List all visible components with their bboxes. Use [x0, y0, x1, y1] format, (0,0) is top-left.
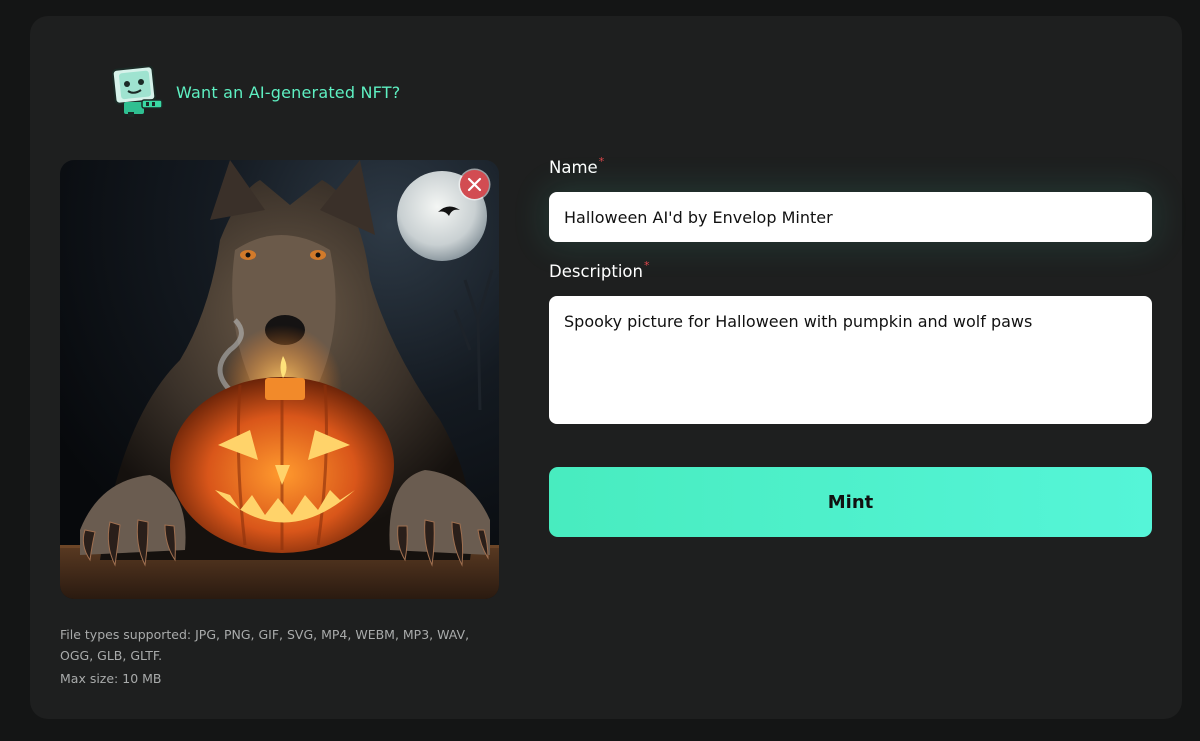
- required-marker: *: [598, 155, 605, 168]
- description-input[interactable]: Spooky picture for Halloween with pumpki…: [549, 296, 1152, 424]
- remove-image-button[interactable]: [460, 170, 489, 199]
- name-label-text: Name: [549, 158, 598, 177]
- promo-text: Want an AI-generated NFT?: [176, 82, 401, 102]
- file-types-hint: File types supported: JPG, PNG, GIF, SVG…: [60, 627, 470, 663]
- ai-nft-promo-link[interactable]: Want an AI-generated NFT?: [112, 66, 400, 118]
- description-label-text: Description: [549, 262, 643, 281]
- nft-image-preview: [60, 160, 499, 599]
- name-input[interactable]: [549, 192, 1152, 242]
- robot-icon: [112, 66, 163, 117]
- mint-button[interactable]: Mint: [549, 467, 1152, 537]
- required-marker: *: [643, 259, 650, 272]
- wolf-pumpkin-image: [60, 160, 499, 599]
- name-label: Name*: [549, 155, 605, 177]
- max-size-hint: Max size: 10 MB: [60, 671, 162, 686]
- close-icon: [467, 177, 482, 192]
- description-label: Description*: [549, 259, 650, 281]
